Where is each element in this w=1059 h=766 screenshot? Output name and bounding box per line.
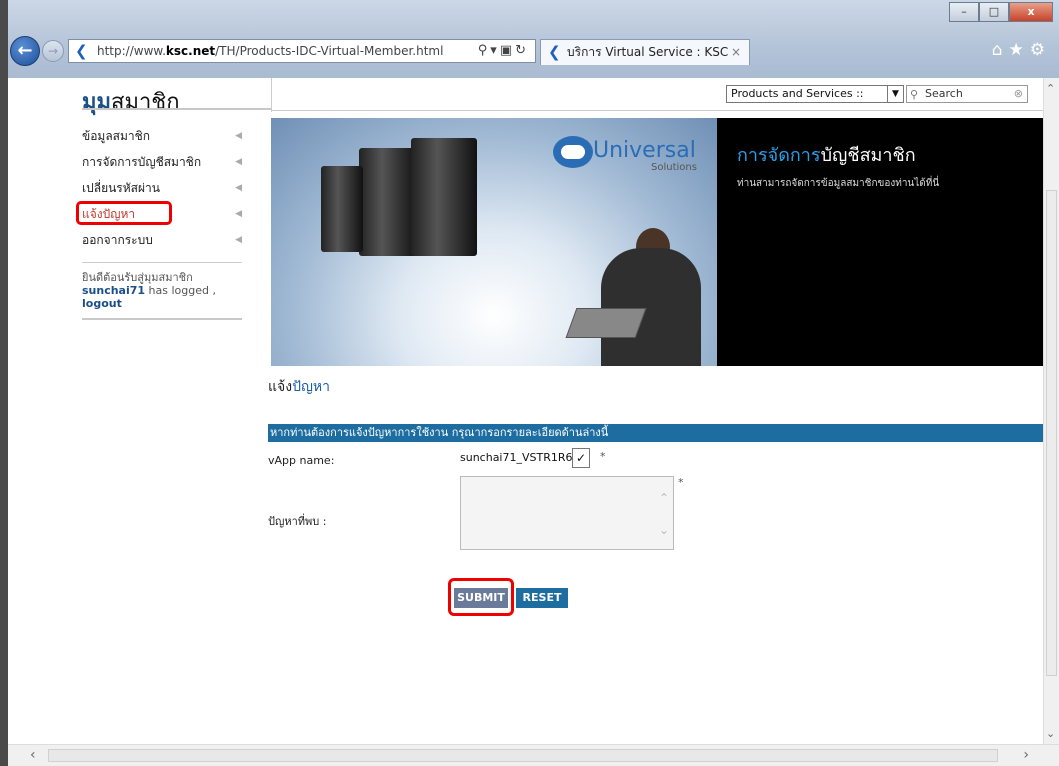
- url-path: /TH/Products-IDC-Virtual-Member.html: [215, 44, 444, 58]
- brand-part2: สมาชิก: [111, 90, 180, 115]
- chevron-down-icon[interactable]: ✓: [572, 448, 590, 468]
- maximize-button[interactable]: □: [979, 2, 1009, 22]
- universal-logo-text: Universal: [593, 138, 696, 163]
- vapp-name-select[interactable]: sunchai71_VSTR1R61 ✓: [460, 448, 596, 468]
- scroll-thumb[interactable]: [1046, 190, 1057, 676]
- url-prefix: http://www.: [97, 44, 166, 58]
- chevron-left-icon: ◀: [235, 183, 242, 193]
- sidebar-item-logout[interactable]: ออกจากระบบ ◀: [82, 230, 242, 256]
- scroll-down-icon[interactable]: ⌄: [659, 523, 669, 537]
- logged-text: has logged ,: [145, 284, 216, 297]
- horizontal-scrollbar[interactable]: ‹ ›: [8, 744, 1059, 766]
- username-link[interactable]: sunchai71: [82, 284, 145, 297]
- vapp-name-value: sunchai71_VSTR1R61: [460, 451, 580, 464]
- url-host: ksc.net: [165, 44, 216, 58]
- chevron-left-icon: ◀: [235, 131, 242, 141]
- banner-title-part2: บัญชีสมาชิก: [820, 145, 916, 166]
- sidebar-item-label: เปลี่ยนรหัสผ่าน: [82, 181, 160, 195]
- forward-icon[interactable]: →: [42, 40, 64, 62]
- tab-title: บริการ Virtual Service : KSC: [567, 45, 729, 59]
- businessman-image: [601, 248, 701, 366]
- sidebar-item-label: ข้อมูลสมาชิก: [82, 129, 151, 143]
- address-bar[interactable]: ❮ http://www.ksc.net/TH/Products-IDC-Vir…: [68, 39, 536, 63]
- products-select[interactable]: Products and Services :: ▼: [726, 85, 904, 103]
- home-icon[interactable]: ⌂: [992, 40, 1009, 60]
- page-title-part1: แจ้ง: [268, 379, 293, 395]
- scroll-up-icon[interactable]: ⌃: [659, 491, 669, 505]
- logout-link[interactable]: logout: [82, 297, 242, 310]
- close-button[interactable]: x: [1009, 2, 1053, 22]
- banner-panel: การจัดการบัญชีสมาชิก ท่านสามารถจัดการข้อ…: [717, 118, 1043, 366]
- vapp-name-label: vApp name:: [268, 454, 335, 467]
- window-frame: [0, 0, 8, 766]
- brand-part1: มุม: [82, 90, 112, 115]
- required-mark: *: [678, 476, 684, 489]
- minimize-button[interactable]: –: [949, 2, 979, 22]
- sidebar-item-label: ออกจากระบบ: [82, 233, 153, 247]
- server-rack-image: [411, 138, 477, 256]
- form-header: หากท่านต้องการแจ้งปัญหาการใช้งาน กรุณากร…: [268, 424, 1043, 442]
- sidebar-item-account-management[interactable]: การจัดการบัญชีสมาชิก ◀: [82, 152, 242, 178]
- submit-button[interactable]: SUBMIT: [454, 588, 508, 608]
- sidebar-item-report-problem[interactable]: แจ้งปัญหา ◀: [76, 201, 242, 230]
- required-mark: *: [600, 450, 606, 463]
- problem-textarea[interactable]: ⌃ ⌄: [460, 476, 674, 550]
- welcome-box: ยินดีต้อนรับสู่มุมสมาชิก sunchai71 has l…: [82, 262, 242, 310]
- brand-divider: [82, 108, 272, 110]
- laptop-image: [565, 308, 647, 338]
- sidebar-item-member-info[interactable]: ข้อมูลสมาชิก ◀: [82, 126, 242, 152]
- chevron-left-icon: ◀: [235, 209, 242, 219]
- scroll-thumb[interactable]: [48, 749, 998, 762]
- search-placeholder: Search: [925, 87, 963, 100]
- ksc-tab-logo-icon: ❮: [548, 43, 561, 61]
- header-divider: [271, 110, 1043, 111]
- tab-close-icon[interactable]: ×: [731, 40, 741, 64]
- chevron-left-icon: ◀: [235, 157, 242, 167]
- problem-label: ปัญหาที่พบ :: [268, 515, 327, 528]
- welcome-divider: [82, 318, 242, 320]
- tab-ksc[interactable]: ❮ บริการ Virtual Service : KSC ×: [540, 39, 750, 65]
- scroll-left-icon[interactable]: ‹: [30, 747, 36, 763]
- server-rack-image: [321, 166, 363, 252]
- browser-toolbar-icons: ⌂★⚙: [992, 40, 1051, 60]
- browser-chrome: – □ x ← → ❮ http://www.ksc.net/TH/Produc…: [0, 0, 1059, 78]
- page-title: แจ้งปัญหา: [268, 376, 330, 398]
- sidebar-item-label: การจัดการบัญชีสมาชิก: [82, 155, 202, 169]
- highlight-box: [76, 201, 172, 225]
- reset-button[interactable]: RESET: [516, 588, 568, 608]
- clear-icon[interactable]: ⊗: [1014, 86, 1023, 102]
- header-vdivider: [271, 78, 272, 112]
- banner-title: การจัดการบัญชีสมาชิก: [737, 140, 916, 169]
- banner-image: Universal Solutions: [271, 118, 717, 366]
- address-tools-icons[interactable]: ⚲▾▣↻: [478, 40, 529, 62]
- scroll-up-icon[interactable]: ⌃: [1046, 82, 1055, 95]
- cloud-logo-icon: [553, 136, 593, 168]
- welcome-text: ยินดีต้อนรับสู่มุมสมาชิก: [82, 271, 193, 284]
- scroll-right-icon[interactable]: ›: [1023, 747, 1029, 763]
- products-select-value: Products and Services ::: [731, 87, 864, 100]
- favorites-star-icon[interactable]: ★: [1009, 40, 1030, 60]
- search-input[interactable]: ⚲ Search ⊗: [906, 85, 1028, 103]
- scroll-down-icon[interactable]: ⌄: [1046, 727, 1055, 740]
- page-title-part2: ปัญหา: [292, 379, 330, 395]
- site-brand: มุมสมาชิก: [82, 84, 180, 119]
- sidebar-menu: ข้อมูลสมาชิก ◀ การจัดการบัญชีสมาชิก ◀ เปลี…: [76, 126, 242, 256]
- banner-title-part1: การจัดการ: [737, 145, 821, 166]
- chevron-left-icon: ◀: [235, 235, 242, 245]
- vertical-scrollbar[interactable]: ⌃ ⌄: [1043, 78, 1059, 744]
- ksc-logo-icon: ❮: [75, 42, 88, 60]
- page-viewport: มุมสมาชิก Products and Services :: ▼ ⚲ S…: [8, 78, 1043, 744]
- logo-rest: niversal: [609, 138, 696, 163]
- banner-subtitle: ท่านสามารถจัดการข้อมูลสมาชิกของท่านได้ที…: [737, 178, 940, 189]
- logo-letter: U: [593, 138, 610, 163]
- window-controls: – □ x: [949, 2, 1053, 22]
- chevron-down-icon[interactable]: ▼: [887, 86, 903, 102]
- settings-gear-icon[interactable]: ⚙: [1030, 40, 1051, 60]
- server-rack-image: [359, 148, 417, 256]
- search-icon: ⚲: [910, 88, 919, 101]
- back-icon[interactable]: ←: [10, 36, 40, 66]
- solutions-text: Solutions: [651, 162, 697, 173]
